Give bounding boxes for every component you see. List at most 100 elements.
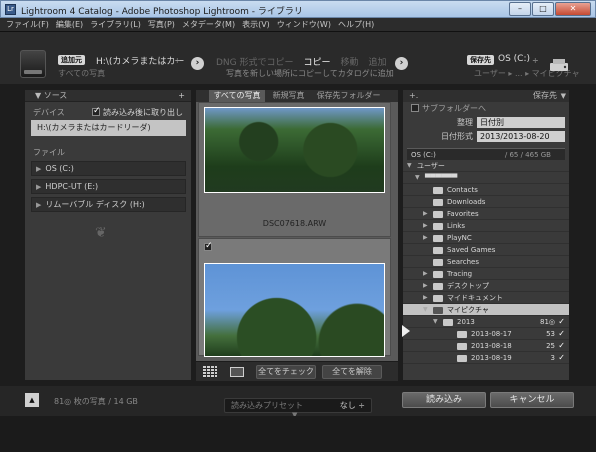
close-button[interactable]: ✕: [555, 2, 591, 16]
menu-edit[interactable]: 編集(E): [56, 18, 83, 31]
expand-triangle-icon[interactable]: ▼: [415, 172, 420, 184]
mode-add[interactable]: 追加: [369, 55, 387, 68]
menu-metadata[interactable]: メタデータ(M): [182, 18, 235, 31]
folder-tree-row[interactable]: ▼ ユーザー: [403, 160, 569, 172]
expand-triangle-icon[interactable]: ▶: [423, 280, 428, 292]
menu-window[interactable]: ウィンドウ(W): [277, 18, 331, 31]
destination-drive-icon: [550, 59, 568, 71]
collapse-triangle-icon[interactable]: ▼: [561, 90, 566, 102]
folder-tree-row[interactable]: Saved Games: [403, 244, 569, 256]
folder-tree-row[interactable]: ▶ Links: [403, 220, 569, 232]
folder-tree-row[interactable]: Contacts: [403, 184, 569, 196]
menu-help[interactable]: ヘルプ(H): [338, 18, 374, 31]
volume-name: OS (C:): [411, 151, 436, 159]
source-badge: 追加元: [58, 55, 85, 65]
folder-tree-row[interactable]: 2013-08-17 53 ✓: [403, 328, 569, 340]
folder-name: Saved Games: [447, 246, 496, 254]
folder-tree-row[interactable]: ▼ 2013 81◎ ✓: [403, 316, 569, 328]
organize-select[interactable]: 日付別: [477, 117, 565, 128]
date-format-select[interactable]: 2013/2013-08-20: [477, 131, 565, 142]
tab-all-photos[interactable]: すべての写真: [209, 90, 265, 102]
subfolder-option[interactable]: サブフォルダーへ: [403, 102, 569, 116]
expand-triangle-icon[interactable]: ▼: [433, 316, 438, 328]
folder-tree-row[interactable]: 2013-08-18 25 ✓: [403, 340, 569, 352]
date-format-label: 日付形式: [441, 132, 473, 141]
grid-view-icon[interactable]: [203, 366, 217, 378]
expand-triangle-icon[interactable]: ▶: [423, 292, 428, 304]
folder-tree-row[interactable]: ▶ Tracing: [403, 268, 569, 280]
photo-thumbnail[interactable]: [204, 107, 385, 193]
device-item[interactable]: H:\(カメラまたはカードリーダ): [31, 120, 186, 136]
expand-triangle-icon[interactable]: ▶: [423, 232, 428, 244]
folder-icon: [457, 343, 467, 350]
expand-triangle-icon[interactable]: ▶: [423, 208, 428, 220]
expand-triangle-icon[interactable]: ▶: [36, 165, 41, 173]
expand-triangle-icon[interactable]: ▶: [36, 201, 41, 209]
menu-photo[interactable]: 写真(P): [148, 18, 175, 31]
menu-library[interactable]: ライブラリ(L): [90, 18, 141, 31]
cancel-button[interactable]: キャンセル: [490, 392, 574, 408]
drive-item-removable[interactable]: ▶ リムーバブル ディスク (H:): [31, 197, 186, 212]
folder-check-icon[interactable]: ✓: [558, 340, 565, 352]
menu-view[interactable]: 表示(V): [242, 18, 270, 31]
folder-tree-row[interactable]: ▶ Favorites: [403, 208, 569, 220]
folder-tree-row[interactable]: ▶ デスクトップ: [403, 280, 569, 292]
mode-copy[interactable]: コピー: [304, 55, 331, 68]
arrow-right-icon: ›: [191, 57, 204, 70]
photo-grid: すべての写真 新規写真 保存先フォルダー DSC07618.ARW: [196, 90, 398, 380]
tab-destination-folders[interactable]: 保存先フォルダー: [313, 90, 385, 102]
mode-move[interactable]: 移動: [341, 55, 359, 68]
destination-panel-header[interactable]: +. 保存先 ▼: [403, 90, 569, 102]
folder-tree: ▼ ユーザー ▼ ▀▀▀▀▀▀ Contacts Downloads ▶ Favorites ▶…: [403, 160, 569, 364]
destination-dropdown-icon[interactable]: ÷: [532, 56, 539, 65]
photo-include-checkbox[interactable]: [204, 241, 213, 251]
photo-cell[interactable]: DSC07618.ARW: [198, 102, 391, 237]
eject-checkbox[interactable]: [92, 106, 101, 116]
expand-triangle-icon[interactable]: ▼: [423, 304, 428, 316]
grid-toolbar: 全てをチェック 全てを解除: [196, 361, 398, 381]
maximize-button[interactable]: □: [532, 2, 554, 16]
folder-check-icon[interactable]: ✓: [558, 316, 565, 328]
import-button[interactable]: 読み込み: [402, 392, 486, 408]
uncheck-all-button[interactable]: 全てを解除: [322, 365, 382, 379]
destination-name[interactable]: OS (C:): [498, 54, 530, 64]
photo-cell[interactable]: [198, 238, 391, 357]
folder-tree-row[interactable]: ▶ マイドキュメント: [403, 292, 569, 304]
add-source-icon[interactable]: +: [178, 90, 185, 102]
menu-file[interactable]: ファイル(F): [6, 18, 49, 31]
source-panel: ▼ ソース + デバイス 読み込み後に取り出し H:\(カメラまたはカードリーダ…: [25, 90, 191, 380]
folder-tree-row[interactable]: Searches: [403, 256, 569, 268]
source-name[interactable]: H:\(カメラまたはカー: [96, 54, 184, 67]
drive-item-os[interactable]: ▶ OS (C:): [31, 161, 186, 176]
folder-check-icon[interactable]: ✓: [558, 328, 565, 340]
source-dropdown-icon[interactable]: ÷: [174, 56, 181, 65]
eject-after-import[interactable]: 読み込み後に取り出し: [92, 106, 183, 118]
subfolder-checkbox[interactable]: [411, 104, 419, 112]
expand-up-icon[interactable]: ▲: [25, 393, 39, 407]
expand-triangle-icon[interactable]: ▼: [407, 160, 412, 172]
check-all-button[interactable]: 全てをチェック: [256, 365, 316, 379]
tab-new-photos[interactable]: 新規写真: [269, 90, 309, 102]
loupe-view-icon[interactable]: [230, 367, 244, 377]
volume-header[interactable]: OS (C:) / 65 / 465 GB: [407, 148, 565, 160]
drive-item-hdpc[interactable]: ▶ HDPC-UT (E:): [31, 179, 186, 194]
folder-tree-row[interactable]: ▶ PlayNC: [403, 232, 569, 244]
folder-tree-row[interactable]: 2013-08-19 3 ✓: [403, 352, 569, 364]
source-drive-icon: [20, 50, 46, 78]
folder-check-icon[interactable]: ✓: [558, 352, 565, 364]
import-preset-select[interactable]: 読み込みプリセット なし ÷: [224, 398, 372, 413]
mode-dng-copy[interactable]: DNG 形式でコピー: [216, 55, 294, 68]
folder-count: 3: [550, 354, 555, 362]
minimize-button[interactable]: –: [509, 2, 531, 16]
add-destination-icon[interactable]: +.: [409, 90, 418, 102]
expand-triangle-icon[interactable]: ▶: [423, 268, 428, 280]
folder-tree-row[interactable]: ▼ マイピクチャ: [403, 304, 569, 316]
photo-thumbnail[interactable]: [204, 263, 385, 357]
folder-name: Downloads: [447, 198, 486, 206]
folder-tree-row[interactable]: ▼ ▀▀▀▀▀▀: [403, 172, 569, 184]
expand-triangle-icon[interactable]: ▶: [423, 220, 428, 232]
expand-triangle-icon[interactable]: ▶: [36, 183, 41, 191]
source-panel-header[interactable]: ▼ ソース +: [25, 90, 191, 102]
folder-tree-row[interactable]: Downloads: [403, 196, 569, 208]
window-controls: – □ ✕: [509, 2, 591, 16]
